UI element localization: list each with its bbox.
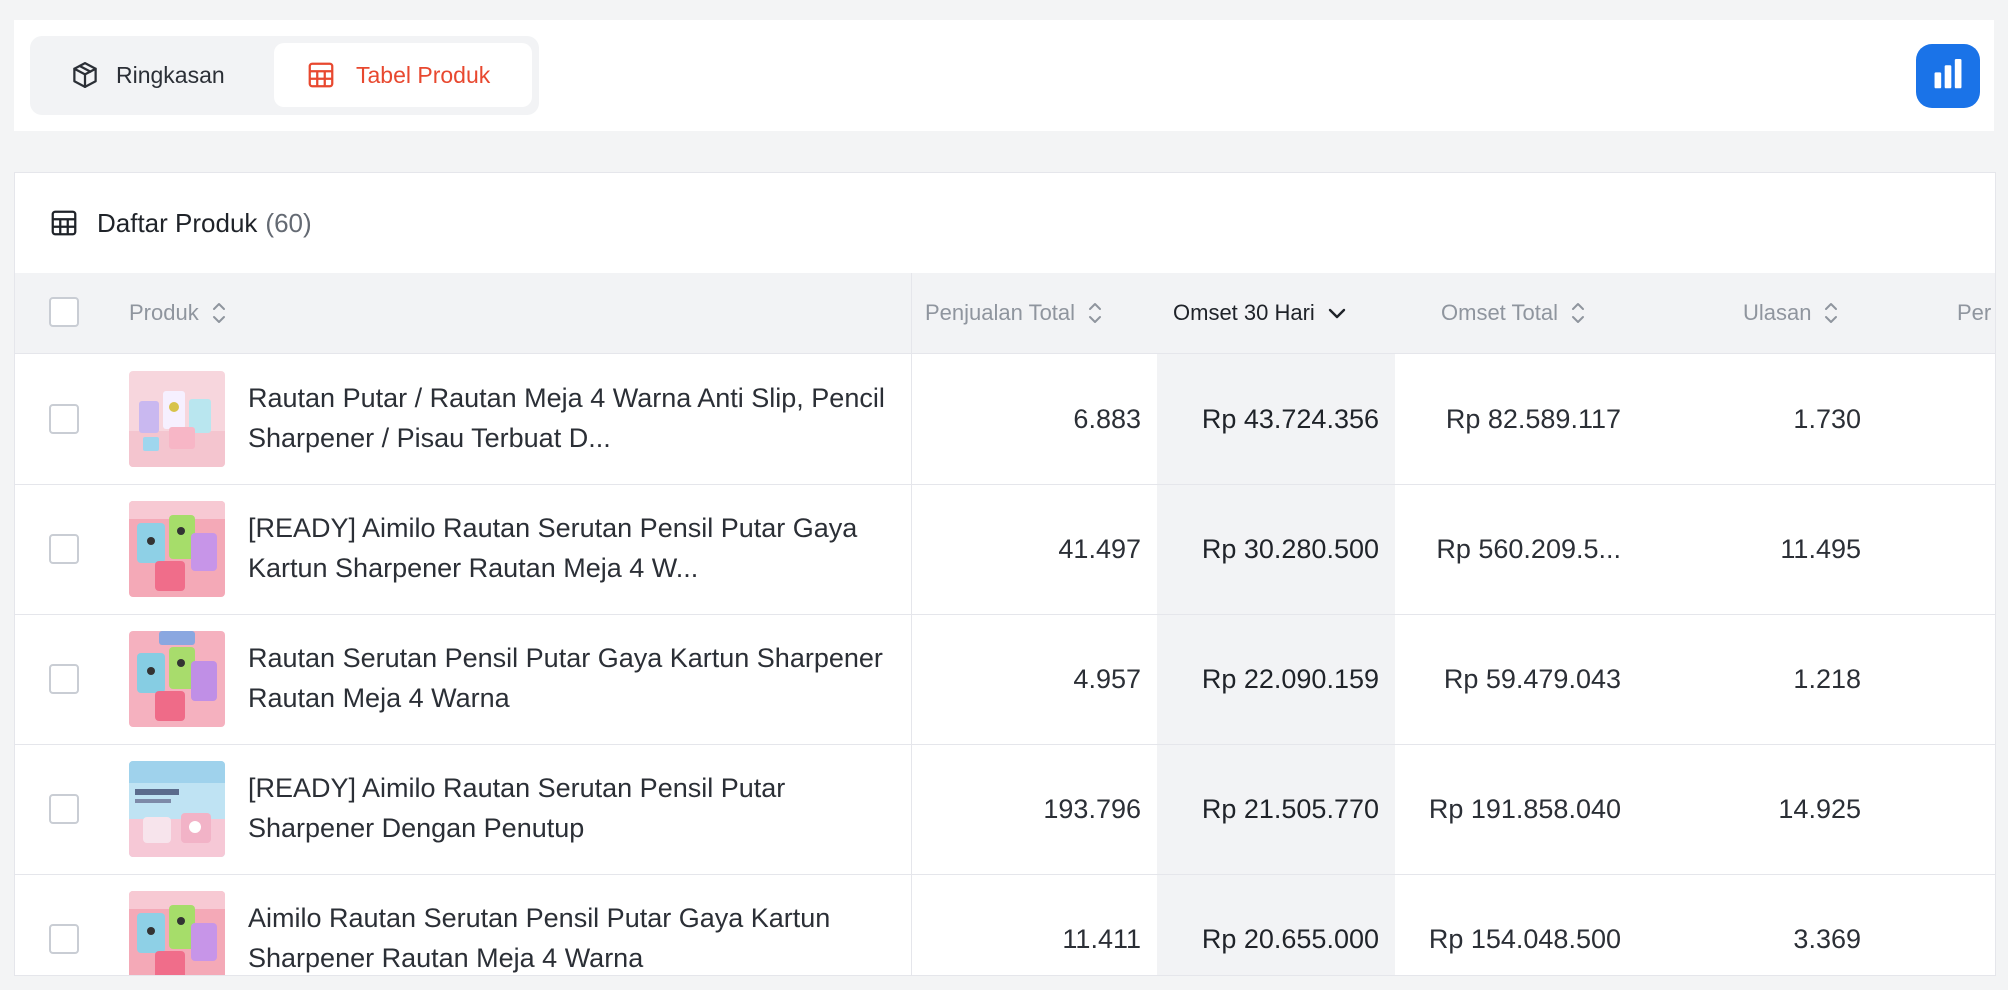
product-thumbnail[interactable] — [129, 761, 225, 857]
omset-30-hari-value: Rp 43.724.356 — [1201, 403, 1379, 434]
column-label: Penjualan Total — [925, 300, 1076, 325]
table-header: Produk Penjualan Total Omset 30 Hari Oms… — [15, 273, 1995, 354]
product-thumbnail[interactable] — [129, 891, 225, 975]
product-thumbnail[interactable] — [129, 501, 225, 597]
tab-tabel-produk[interactable]: Tabel Produk — [274, 43, 532, 107]
chart-view-button[interactable] — [1916, 44, 1980, 108]
omset-total-value: Rp 560.209.5... — [1436, 533, 1621, 564]
omset-total-value: Rp 191.858.040 — [1428, 793, 1621, 824]
table-row[interactable]: Aimilo Rautan Serutan Pensil Putar Gaya … — [15, 874, 1995, 975]
table-icon — [49, 208, 79, 238]
product-thumbnail[interactable] — [129, 371, 225, 467]
penjualan-total-value: 193.796 — [1043, 793, 1141, 824]
penjualan-total-value: 41.497 — [1058, 533, 1141, 564]
ulasan-value: 11.495 — [1780, 533, 1861, 564]
product-name[interactable]: Rautan Serutan Pensil Putar Gaya Kartun … — [248, 638, 888, 718]
sort-icon — [1087, 300, 1103, 326]
row-checkbox[interactable] — [49, 924, 79, 954]
column-label: Omset Total — [1441, 300, 1558, 325]
product-name[interactable]: Rautan Putar / Rautan Meja 4 Warna Anti … — [248, 378, 888, 458]
product-name[interactable]: Aimilo Rautan Serutan Pensil Putar Gaya … — [248, 898, 888, 975]
row-checkbox[interactable] — [49, 404, 79, 434]
card-header: Daftar Produk (60) — [15, 173, 1995, 273]
ulasan-value: 14.925 — [1778, 793, 1861, 824]
row-checkbox[interactable] — [49, 534, 79, 564]
omset-30-hari-value: Rp 30.280.500 — [1201, 533, 1379, 564]
sort-icon — [1823, 300, 1839, 326]
tab-ringkasan-label: Ringkasan — [116, 61, 225, 88]
select-all-checkbox[interactable] — [49, 297, 79, 327]
product-list-card: Daftar Produk (60) Produk Penjualan Tota… — [14, 172, 1996, 976]
column-label: Per — [1957, 300, 1992, 325]
product-name[interactable]: [READY] Aimilo Rautan Serutan Pensil Put… — [248, 768, 888, 848]
column-header-next-partial[interactable]: Per — [1957, 273, 1991, 353]
row-checkbox[interactable] — [49, 664, 79, 694]
column-header-penjualan-total[interactable]: Penjualan Total — [925, 273, 1103, 353]
sort-icon — [1570, 300, 1586, 326]
omset-30-hari-value: Rp 21.505.770 — [1201, 793, 1379, 824]
table-icon — [306, 60, 336, 90]
table-row[interactable]: Rautan Serutan Pensil Putar Gaya Kartun … — [15, 614, 1995, 745]
column-label: Produk — [129, 300, 199, 325]
product-thumbnail[interactable] — [129, 631, 225, 727]
column-header-produk[interactable]: Produk — [129, 273, 227, 353]
view-tabs: Ringkasan Tabel Produk — [30, 36, 539, 115]
omset-total-value: Rp 154.048.500 — [1428, 923, 1621, 954]
column-header-ulasan[interactable]: Ulasan — [1743, 273, 1839, 353]
omset-total-value: Rp 59.479.043 — [1443, 663, 1621, 694]
column-label: Omset 30 Hari — [1173, 300, 1315, 325]
ulasan-value: 1.218 — [1793, 663, 1861, 694]
table-row[interactable]: Rautan Putar / Rautan Meja 4 Warna Anti … — [15, 354, 1995, 485]
top-bar: Ringkasan Tabel Produk — [14, 20, 1994, 131]
omset-30-hari-value: Rp 20.655.000 — [1201, 923, 1379, 954]
omset-total-value: Rp 82.589.117 — [1445, 403, 1621, 434]
omset-30-hari-value: Rp 22.090.159 — [1201, 663, 1379, 694]
product-count: (60) — [265, 207, 312, 238]
table-row[interactable]: [READY] Aimilo Rautan Serutan Pensil Put… — [15, 484, 1995, 615]
tab-ringkasan[interactable]: Ringkasan — [38, 43, 268, 107]
card-title: Daftar Produk — [97, 207, 258, 238]
row-checkbox[interactable] — [49, 794, 79, 824]
sort-icon — [211, 300, 227, 326]
column-header-omset-total[interactable]: Omset Total — [1441, 273, 1586, 353]
bar-chart-icon — [1929, 55, 1967, 98]
product-name[interactable]: [READY] Aimilo Rautan Serutan Pensil Put… — [248, 508, 888, 588]
ulasan-value: 3.369 — [1793, 923, 1861, 954]
column-header-omset-30-hari[interactable]: Omset 30 Hari — [1173, 273, 1347, 353]
table-row[interactable]: [READY] Aimilo Rautan Serutan Pensil Put… — [15, 744, 1995, 875]
column-label: Ulasan — [1743, 300, 1812, 325]
sort-descending-icon — [1327, 305, 1347, 321]
penjualan-total-value: 4.957 — [1073, 663, 1141, 694]
box-icon — [70, 60, 100, 90]
tab-tabel-produk-label: Tabel Produk — [356, 61, 491, 88]
penjualan-total-value: 6.883 — [1073, 403, 1141, 434]
penjualan-total-value: 11.411 — [1062, 923, 1141, 954]
ulasan-value: 1.730 — [1793, 403, 1861, 434]
